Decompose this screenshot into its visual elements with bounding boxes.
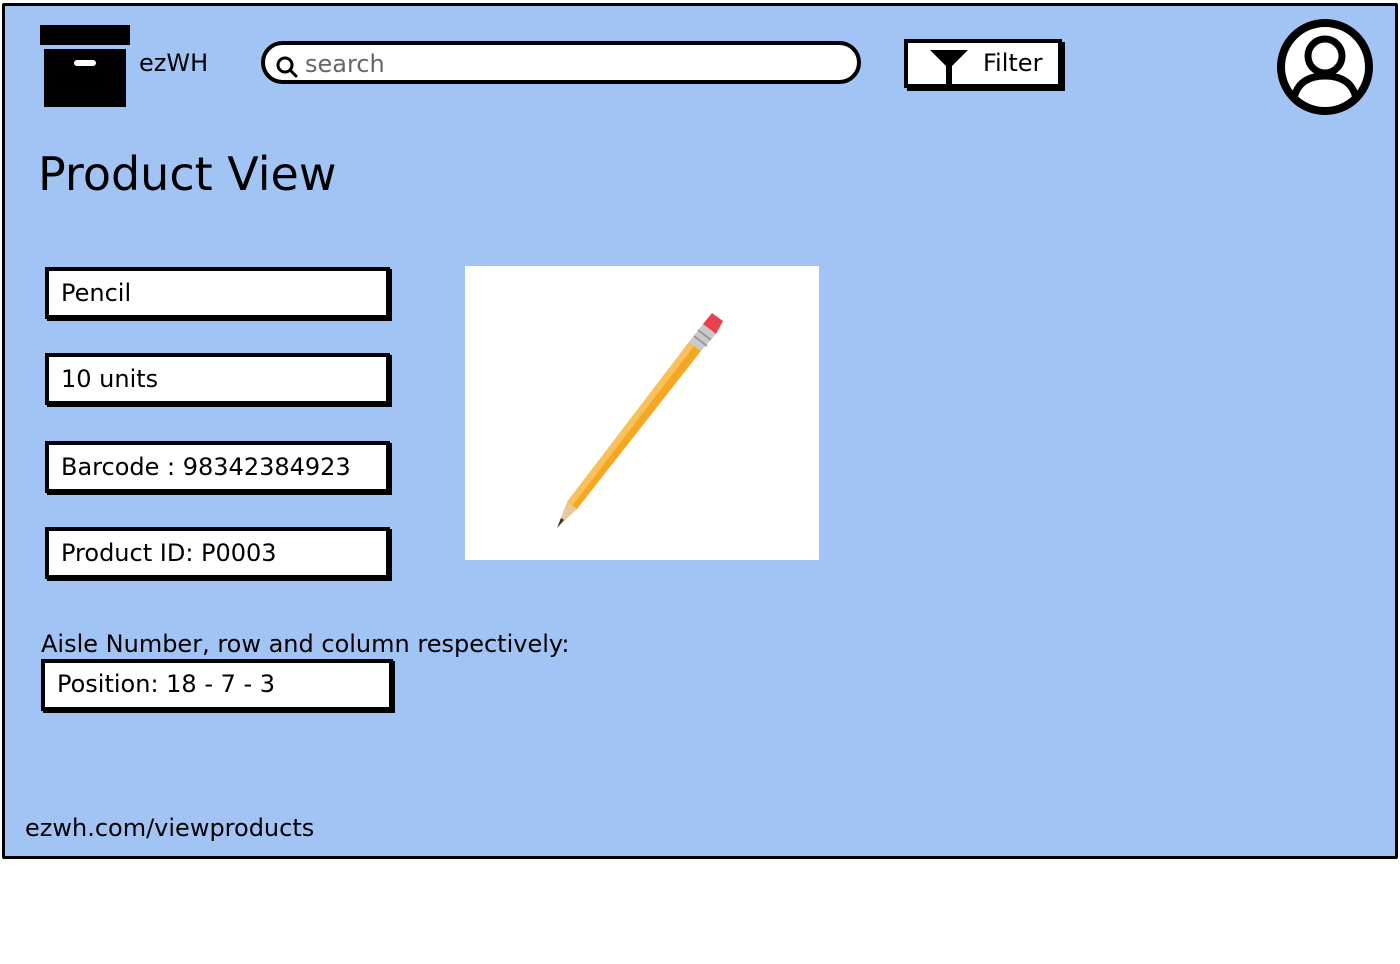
filter-button[interactable]: Filter xyxy=(904,39,1062,88)
search-bar[interactable] xyxy=(261,41,861,84)
search-icon[interactable] xyxy=(275,55,299,79)
archive-box-icon[interactable] xyxy=(40,25,130,109)
filter-funnel-icon xyxy=(928,48,970,86)
page-url: ezwh.com/viewproducts xyxy=(25,814,315,842)
search-input[interactable] xyxy=(305,49,845,79)
aisle-label: Aisle Number, row and column respectivel… xyxy=(41,630,570,658)
user-avatar-icon[interactable] xyxy=(1276,18,1374,116)
filter-label: Filter xyxy=(983,49,1043,77)
brand-name: ezWH xyxy=(139,49,209,77)
quantity-field[interactable]: 10 units xyxy=(45,353,390,405)
product-image xyxy=(465,266,819,560)
app-window: ezWH Filter Product View Pencil 10 units xyxy=(2,3,1398,859)
product-name-field[interactable]: Pencil xyxy=(45,267,390,319)
product-id-field[interactable]: Product ID: P0003 xyxy=(45,527,390,579)
position-field[interactable]: Position: 18 - 7 - 3 xyxy=(41,659,393,711)
page-title: Product View xyxy=(38,147,337,201)
pencil-icon xyxy=(557,313,723,528)
barcode-field[interactable]: Barcode : 98342384923 xyxy=(45,441,390,493)
